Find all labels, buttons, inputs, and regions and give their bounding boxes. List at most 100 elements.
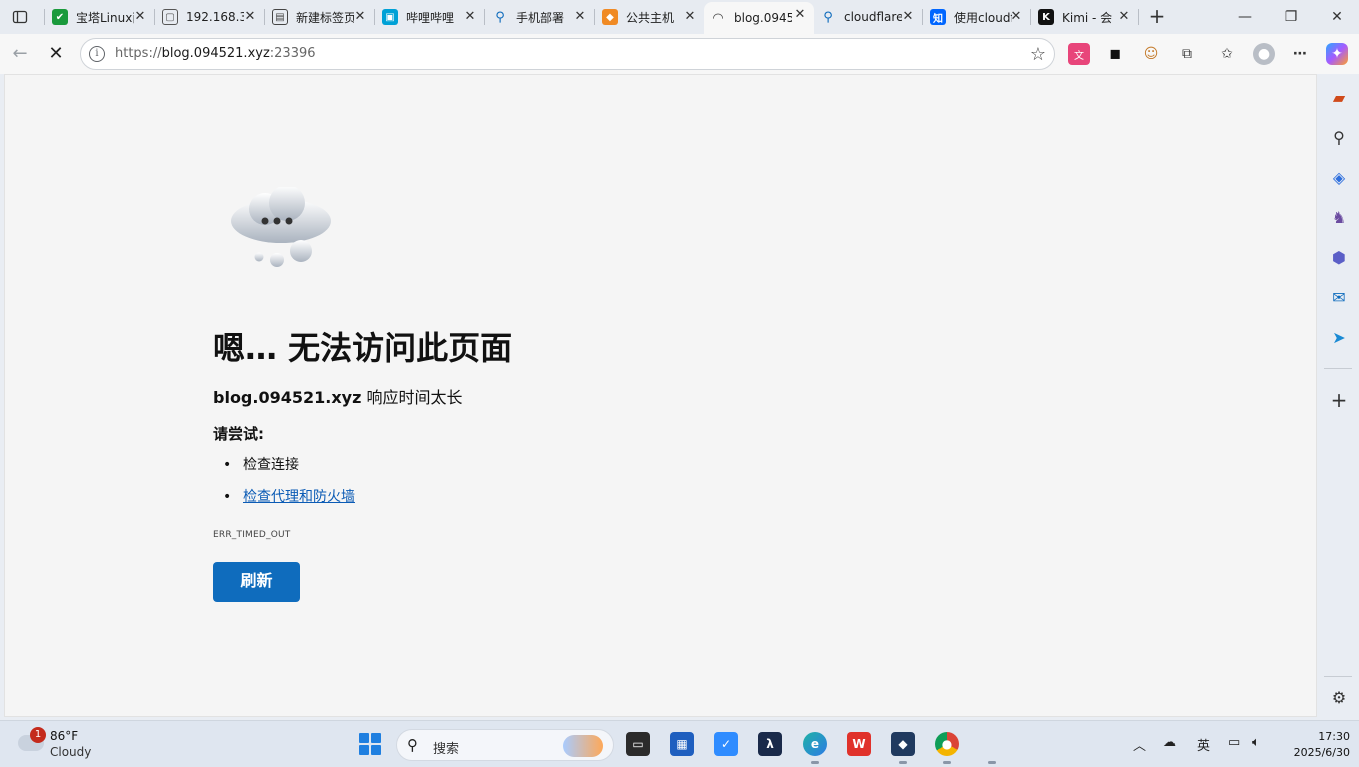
network-icon[interactable]: ▭: [1228, 735, 1240, 750]
site-info-icon[interactable]: i: [89, 46, 105, 62]
games-icon[interactable]: ♞: [1328, 206, 1350, 228]
tab-title: 手机部署: [516, 10, 565, 25]
tab-baota[interactable]: ✔ 宝塔Linux面板 ✕: [46, 4, 154, 30]
send-icon[interactable]: ➤: [1328, 326, 1350, 348]
restore-button[interactable]: ❐: [1280, 6, 1302, 28]
close-icon[interactable]: ✕: [1116, 9, 1132, 25]
arrow-left-icon: ←: [12, 43, 28, 64]
close-icon[interactable]: ✕: [792, 7, 808, 23]
avatar-extension-icon[interactable]: ☺: [1140, 43, 1162, 65]
tab-cloudflare[interactable]: ⚲ cloudflare ✕: [814, 4, 922, 30]
profile-avatar[interactable]: ●: [1253, 43, 1275, 65]
translate-extension-icon[interactable]: 文: [1068, 43, 1090, 65]
add-sidebar-app-icon[interactable]: +: [1328, 388, 1350, 412]
close-window-button[interactable]: ✕: [1326, 6, 1348, 28]
tab-search-deploy[interactable]: ⚲ 手机部署 ✕: [486, 4, 594, 30]
close-icon[interactable]: ✕: [242, 9, 258, 25]
tab-kimi[interactable]: K Kimi - 会 ✕: [1032, 4, 1138, 30]
hidden-app-slot[interactable]: [980, 732, 1004, 764]
favorites-icon[interactable]: ✩: [1216, 43, 1238, 65]
sidebar-divider: [1324, 676, 1352, 677]
store-icon[interactable]: ▦: [670, 732, 694, 756]
tab-title: 公共主机: [626, 10, 675, 25]
close-icon: ✕: [1331, 9, 1343, 25]
clock-time: 17:30: [1318, 730, 1350, 743]
reload-button[interactable]: 刷新: [213, 562, 300, 602]
tab-title: cloudflare: [844, 10, 902, 24]
favorite-star-icon[interactable]: ☆: [1030, 44, 1046, 65]
toolbox-icon[interactable]: ▰: [1328, 86, 1350, 108]
search-highlight-icon: [563, 735, 603, 757]
windows-taskbar: 1 86°F Cloudy ⚲ 搜索 ▭ ▦ ✓ λ e W ◆ ● ︿ ☁ 英…: [0, 720, 1359, 767]
navigation-toolbar: ← ✕ i https://blog.094521.xyz:23396 ☆ 文 …: [0, 34, 1359, 74]
list-item: 检查连接: [223, 455, 355, 487]
bilibili-icon: ▣: [382, 9, 398, 25]
tab-newtab[interactable]: ▤ 新建标签页 ✕: [266, 4, 374, 30]
microsoft365-icon[interactable]: ⬢: [1328, 246, 1350, 268]
tab-blog-active[interactable]: ◠ blog.094521 ✕: [704, 2, 814, 34]
tab-actions-button[interactable]: [8, 6, 32, 28]
copilot-icon[interactable]: ✦: [1326, 43, 1348, 65]
weather-widget[interactable]: 1 86°F Cloudy: [16, 727, 116, 763]
shopping-tag-icon[interactable]: ◈: [1328, 166, 1350, 188]
close-icon[interactable]: ✕: [1008, 9, 1024, 25]
close-icon[interactable]: ✕: [352, 9, 368, 25]
url-text[interactable]: https://blog.094521.xyz:23396: [115, 46, 316, 61]
back-button[interactable]: ←: [8, 42, 32, 66]
newtab-icon: ▤: [272, 9, 288, 25]
tab-separator: [594, 9, 595, 25]
outlook-icon[interactable]: ✉: [1328, 286, 1350, 308]
new-tab-button[interactable]: +: [1146, 6, 1168, 28]
running-indicator: [899, 761, 907, 764]
tab-title: Kimi - 会: [1062, 10, 1113, 25]
wps-icon[interactable]: W: [847, 732, 871, 756]
close-icon[interactable]: ✕: [132, 9, 148, 25]
kimi-icon: K: [1038, 9, 1054, 25]
running-indicator: [988, 761, 996, 764]
tab-separator: [264, 9, 265, 25]
search-icon[interactable]: ⚲: [1328, 126, 1350, 148]
close-icon[interactable]: ✕: [572, 9, 588, 25]
tip-check-proxy-link[interactable]: 检查代理和防火墙: [243, 489, 355, 505]
cat-app-icon[interactable]: ◆: [891, 732, 915, 764]
onedrive-icon[interactable]: ☁: [1163, 735, 1176, 750]
close-icon[interactable]: ✕: [682, 9, 698, 25]
task-view-icon[interactable]: ▭: [626, 732, 650, 756]
page-icon: ▢: [162, 9, 178, 25]
tab-strip: ✔ 宝塔Linux面板 ✕ ▢ 192.168.3.1 ✕ ▤ 新建标签页 ✕ …: [0, 0, 1359, 34]
tip-check-connection: 检查连接: [243, 457, 299, 473]
more-menu-icon[interactable]: ⋯: [1289, 43, 1311, 65]
chevron-up-icon[interactable]: ︿: [1133, 735, 1146, 754]
minimize-button[interactable]: —: [1234, 6, 1256, 28]
gear-icon[interactable]: ⚙: [1328, 686, 1350, 708]
windows-logo-tile: [359, 745, 369, 755]
windows-logo-tile: [371, 733, 381, 743]
system-clock[interactable]: 17:30 2025/6/30: [1280, 729, 1350, 761]
windows-logo-tile: [371, 745, 381, 755]
error-subtitle: blog.094521.xyz 响应时间太长: [213, 384, 463, 408]
tab-bilibili[interactable]: ▣ 哔哩哔哩 ✕: [376, 4, 484, 30]
edge-icon[interactable]: e: [803, 732, 827, 764]
volume-icon[interactable]: 🔈︎: [1252, 735, 1260, 750]
close-icon[interactable]: ✕: [900, 9, 916, 25]
address-bar[interactable]: i https://blog.094521.xyz:23396 ☆: [80, 38, 1055, 70]
ime-indicator[interactable]: 英: [1197, 735, 1210, 754]
running-indicator: [811, 761, 819, 764]
cloud-error-icon: [231, 187, 331, 267]
taskbar-search[interactable]: ⚲ 搜索: [396, 729, 614, 761]
terminal-app-icon[interactable]: λ: [758, 732, 782, 756]
extensions-icon[interactable]: ⧉: [1176, 43, 1198, 65]
chrome-icon[interactable]: ●: [935, 732, 959, 764]
start-button[interactable]: [359, 733, 381, 755]
url-scheme: https://: [115, 46, 162, 61]
tab-public-host[interactable]: ◆ 公共主机 ✕: [596, 4, 704, 30]
error-subtitle-suffix: 响应时间太长: [361, 388, 463, 407]
tab-router[interactable]: ▢ 192.168.3.1 ✕: [156, 4, 264, 30]
stop-loading-button[interactable]: ✕: [44, 42, 68, 66]
tab-separator: [922, 9, 923, 25]
close-icon[interactable]: ✕: [462, 9, 478, 25]
reader-extension-icon[interactable]: ◼: [1104, 43, 1126, 65]
feishu-icon[interactable]: ✓: [714, 732, 738, 756]
tab-separator: [374, 9, 375, 25]
tab-zhihu[interactable]: 知 使用cloudflare ✕: [924, 4, 1030, 30]
